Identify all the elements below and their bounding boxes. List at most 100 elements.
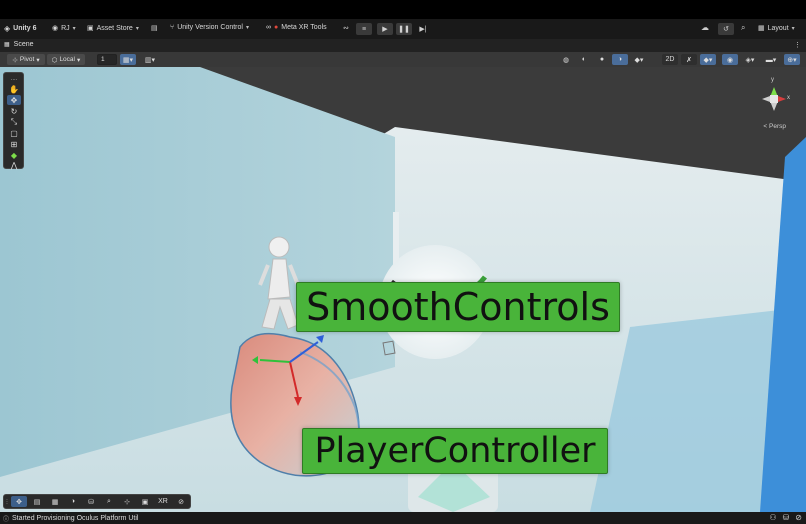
cloud-icon: ☁ bbox=[701, 23, 709, 32]
gizmo-x-cone bbox=[778, 96, 786, 102]
mannequin-head bbox=[268, 236, 290, 258]
more-menu-button[interactable]: ⋮ bbox=[794, 41, 801, 49]
package-button[interactable]: ▤ bbox=[151, 24, 158, 32]
scene-tab-bar: ▦ Scene ⋮ bbox=[0, 39, 806, 52]
layer-button[interactable]: ⛁ bbox=[83, 496, 99, 507]
account-dropdown[interactable]: ◉ RJ ▾ bbox=[52, 24, 76, 33]
shading-button[interactable]: ◑ bbox=[65, 496, 81, 507]
gizmos-dropdown[interactable]: ⊕▾ bbox=[784, 54, 800, 65]
package-icon: ▤ bbox=[151, 25, 158, 32]
audio-toggle[interactable]: ◆▾ bbox=[700, 54, 716, 65]
globe-icon: ◍ bbox=[562, 56, 570, 64]
camera-icon: ▣ bbox=[141, 498, 149, 506]
xr-sim-button[interactable]: ≡ bbox=[356, 23, 372, 35]
xr-button[interactable]: XR bbox=[155, 496, 171, 507]
render-mode-dropdown[interactable]: ◆▾ bbox=[631, 54, 647, 65]
cube-icon: ◆ bbox=[10, 150, 18, 160]
play-button[interactable]: ▶ bbox=[377, 23, 393, 35]
layers-icon: ⛁ bbox=[88, 498, 94, 506]
tab-scene-label: Scene bbox=[13, 41, 34, 48]
history-button[interactable]: ↺ bbox=[718, 23, 734, 35]
scale-tool[interactable]: ⤡ bbox=[7, 117, 21, 127]
2d-toggle[interactable]: 2D bbox=[662, 54, 678, 65]
custom-tool[interactable]: ◆ bbox=[7, 150, 21, 160]
scale-icon: ⤡ bbox=[10, 117, 18, 126]
step-button[interactable]: ▶| bbox=[415, 23, 431, 35]
scene-viewport[interactable]: SmoothControls PlayerController ···· ✋ ✥… bbox=[0, 67, 806, 512]
asset-store-button[interactable]: ▣ Asset Store ▾ bbox=[87, 24, 139, 33]
status-message[interactable]: ⓘ Started Provisioning Oculus Platform U… bbox=[3, 514, 138, 523]
compass-icon: ⊘ bbox=[178, 498, 184, 506]
snap-button[interactable]: ▥▾ bbox=[142, 54, 158, 65]
render-icon: ◆▾ bbox=[634, 56, 644, 64]
meta-logo-icon: ∞ bbox=[266, 24, 271, 31]
chevron-down-icon: ▾ bbox=[791, 25, 795, 32]
smooth-controls-label[interactable]: SmoothControls bbox=[296, 282, 620, 332]
meta-xr-tools-button[interactable]: ∞ ● Meta XR Tools bbox=[266, 24, 327, 31]
rect-tool[interactable]: ▢ bbox=[7, 128, 21, 138]
visibility-toggle[interactable]: ◉ bbox=[722, 54, 738, 65]
wireframe-mode-button[interactable]: ◍ bbox=[558, 54, 574, 65]
camera-dropdown[interactable]: ▬▾ bbox=[763, 54, 779, 65]
search-button[interactable]: ⌕ bbox=[741, 23, 745, 33]
move-tool[interactable]: ✥ bbox=[7, 95, 21, 105]
transform-button[interactable]: ⊹ bbox=[119, 496, 135, 507]
effects-dropdown[interactable]: ◈▾ bbox=[742, 54, 758, 65]
perspective-label[interactable]: < Persp bbox=[763, 123, 786, 130]
grid-visibility-button[interactable]: ▦▾ bbox=[120, 54, 136, 65]
grid-button[interactable]: ▦ bbox=[47, 496, 63, 507]
gizmo-negx-cone bbox=[762, 96, 770, 102]
local-dropdown[interactable]: ⬡ Local ▾ bbox=[47, 54, 85, 65]
hand-tool[interactable]: ✋ bbox=[7, 84, 21, 94]
rect-icon: ▢ bbox=[10, 128, 18, 138]
main-toolbar: ◈ Unity 6 ◉ RJ ▾ ▣ Asset Store ▾ ▤ ⑂ Uni… bbox=[0, 19, 806, 39]
rotate-icon: ↻ bbox=[10, 106, 18, 116]
camera-icon: ▬▾ bbox=[765, 56, 777, 64]
compass-button[interactable]: ⊘ bbox=[173, 496, 189, 507]
light-icon: ✗ bbox=[686, 56, 692, 64]
grid-snap-field[interactable]: 1 bbox=[97, 54, 117, 65]
drag-handle[interactable]: ⋮ bbox=[4, 496, 10, 507]
menu-icon: ≡ bbox=[361, 25, 367, 33]
search-button[interactable]: ⌕ bbox=[101, 496, 117, 507]
stack-icon[interactable]: ⛁ bbox=[783, 513, 790, 522]
bug-icon[interactable]: ⚇ bbox=[769, 513, 776, 522]
chevron-down-icon: ▾ bbox=[245, 25, 249, 31]
transform-tool[interactable]: ⊞ bbox=[7, 139, 21, 149]
status-bar: ⓘ Started Provisioning Oculus Platform U… bbox=[0, 512, 806, 524]
pause-icon: ❚❚ bbox=[398, 26, 410, 33]
grip-icon: ···· bbox=[10, 77, 18, 83]
cloud-button[interactable]: ☁ bbox=[701, 23, 709, 32]
player-controller-label[interactable]: PlayerController bbox=[302, 428, 608, 474]
no-sign-icon[interactable]: ⊘ bbox=[795, 513, 802, 522]
version-control-dropdown[interactable]: ⑂ Unity Version Control ▾ bbox=[170, 24, 249, 31]
pivot-dropdown[interactable]: ⊹ Pivot ▾ bbox=[7, 54, 45, 65]
pause-button[interactable]: ❚❚ bbox=[396, 23, 412, 35]
crosshair-icon: ⊹ bbox=[124, 498, 130, 506]
gizmo-y-label: y bbox=[771, 77, 774, 83]
status-icons: ⚇ ⛁ ⊘ bbox=[769, 513, 802, 522]
rotate-tool[interactable]: ↻ bbox=[7, 106, 21, 116]
layout-grid-icon: ▦ bbox=[758, 25, 765, 32]
lit-button[interactable]: ◑ bbox=[612, 54, 628, 65]
move-grid-button[interactable]: ✥ bbox=[11, 496, 27, 507]
shopping-bag-icon: ▣ bbox=[87, 25, 94, 32]
eye-icon: ◉ bbox=[726, 56, 734, 64]
app-menu[interactable]: ◈ Unity 6 bbox=[4, 24, 37, 33]
user-circle-icon: ◉ bbox=[52, 25, 59, 32]
grid-icon: ▦▾ bbox=[122, 56, 134, 64]
move-icon: ✥ bbox=[16, 498, 22, 506]
local-icon: ⬡ bbox=[51, 56, 58, 64]
tab-scene[interactable]: ▦ Scene bbox=[4, 41, 34, 48]
grip-icon: ⋮ bbox=[4, 498, 10, 505]
camera-button[interactable]: ▣ bbox=[137, 496, 153, 507]
xr-button[interactable]: ∾ bbox=[343, 24, 349, 32]
shaded-button[interactable]: ● bbox=[594, 54, 610, 65]
path-icon: ⋀ bbox=[10, 160, 18, 170]
lighting-toggle[interactable]: ✗ bbox=[681, 54, 697, 65]
shaded-wire-button[interactable]: ◐ bbox=[576, 54, 592, 65]
path-tool[interactable]: ⋀ bbox=[7, 160, 21, 170]
panel-button[interactable]: ▤ bbox=[29, 496, 45, 507]
bottom-tools-overlay: ⋮ ✥ ▤ ▦ ◑ ⛁ ⌕ ⊹ ▣ XR ⊘ bbox=[3, 494, 191, 509]
layout-dropdown[interactable]: ▦ Layout ▾ bbox=[758, 24, 795, 33]
